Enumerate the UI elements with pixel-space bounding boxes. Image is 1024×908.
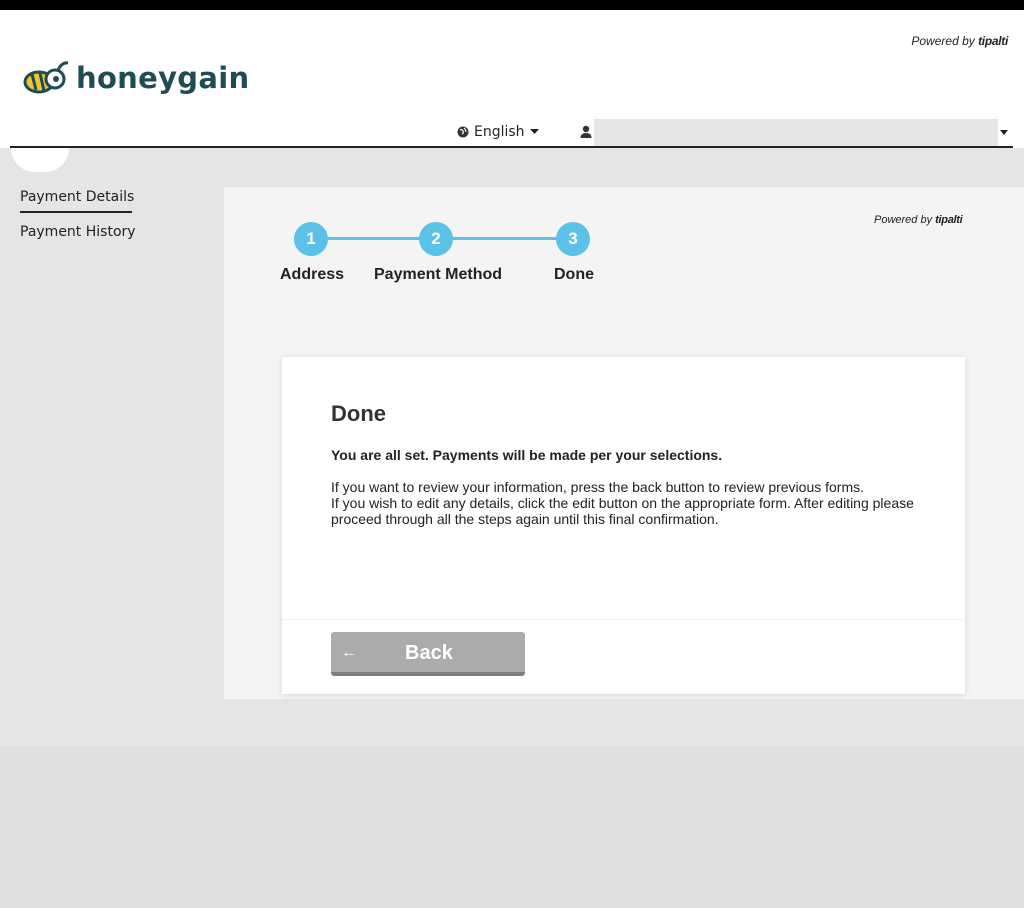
globe-icon — [457, 126, 469, 138]
back-button[interactable]: ← Back — [331, 632, 525, 676]
avatar — [11, 148, 69, 172]
arrow-left-icon: ← — [341, 644, 357, 661]
logo-text: honeygain — [76, 61, 250, 95]
card-title: Done — [331, 401, 386, 426]
tipalti-brand: tipalti — [978, 34, 1008, 48]
back-button-label: Back — [405, 642, 453, 664]
powered-by-tipalti-top: Powered by tipalti — [911, 34, 1008, 48]
progress-stepper: 1 2 3 Address Payment Method Done — [224, 187, 1024, 297]
language-selector[interactable]: English — [457, 124, 539, 140]
step-2-label: Payment Method — [374, 266, 503, 283]
language-label: English — [474, 124, 525, 140]
done-card: Done You are all set. Payments will be m… — [282, 357, 965, 694]
bee-logo-icon — [23, 61, 69, 94]
card-subtitle: You are all set. Payments will be made p… — [331, 447, 723, 463]
sidebar-item-payment-history[interactable]: Payment History — [20, 222, 210, 246]
sidebar-nav: Payment Details Payment History — [20, 187, 210, 255]
user-select-caret-icon[interactable] — [1000, 130, 1008, 135]
header-divider — [10, 146, 1013, 148]
page-bottom-area — [0, 746, 1024, 908]
sidebar-item-payment-details[interactable]: Payment Details — [20, 187, 134, 213]
main-content: Powered by tipalti 1 2 3 Address Payment… — [224, 187, 1024, 699]
step-2-circle: 2 — [419, 222, 453, 256]
user-select-dropdown[interactable] — [594, 119, 998, 146]
card-body: If you want to review your information, … — [331, 479, 931, 527]
step-1-circle: 1 — [294, 222, 328, 256]
honeygain-logo[interactable]: honeygain — [22, 60, 249, 96]
step-3-circle: 3 — [556, 222, 590, 256]
powered-by-text: Powered by — [911, 34, 975, 48]
caret-down-icon — [529, 129, 539, 134]
header: Powered by tipalti honeygain English — [0, 10, 1024, 148]
card-body-line-1: If you want to review your information, … — [331, 479, 865, 495]
card-footer: ← Back — [282, 619, 965, 694]
user-icon — [580, 125, 592, 138]
top-black-bar — [0, 0, 1024, 10]
step-3-label: Done — [554, 266, 594, 283]
card-body-line-2: If you wish to edit any details, click t… — [331, 495, 914, 527]
step-1-label: Address — [280, 266, 345, 283]
